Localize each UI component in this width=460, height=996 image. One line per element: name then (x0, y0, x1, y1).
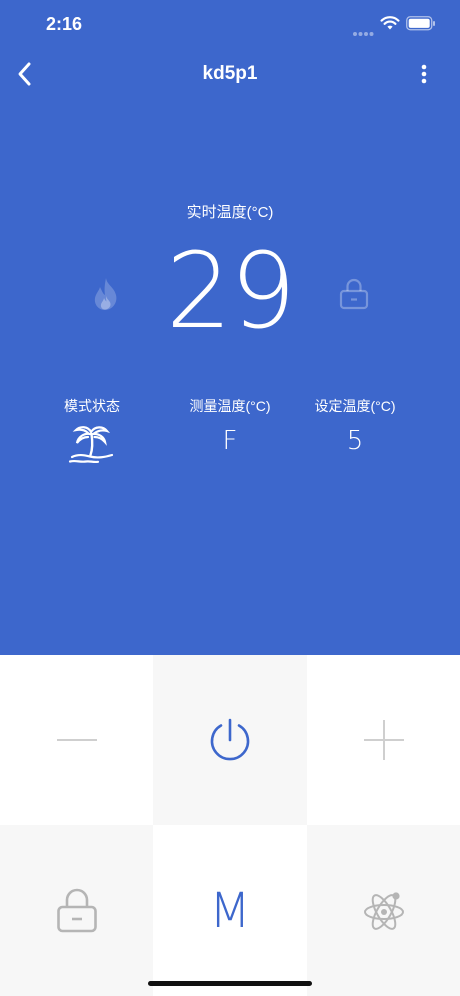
more-button[interactable] (410, 58, 438, 90)
mode-button-label: M (209, 882, 251, 939)
info-row: 模式状态 测量温度(°C) F 设定温度(°C) 5 (0, 396, 460, 466)
page-title: kd5p1 (202, 63, 258, 84)
measured-temp-label: 测量温度(°C) (189, 398, 271, 414)
header-panel: 2:16 kd5p1 实时温度(°C) 29 模式状态 测量温度(°C) F 设… (0, 0, 460, 655)
decrease-button[interactable] (0, 655, 153, 825)
measured-temp: 测量温度(°C) F (155, 396, 305, 456)
control-grid: M (0, 655, 460, 996)
child-lock-button[interactable] (0, 825, 153, 996)
increase-button[interactable] (307, 655, 460, 825)
power-icon (210, 718, 250, 761)
status-time: 2:16 (46, 14, 83, 34)
palm-tree-icon (68, 426, 114, 464)
measured-temp-value: F (222, 426, 238, 456)
atom-function-button[interactable] (307, 825, 460, 996)
lock-icon (339, 278, 369, 315)
set-temp-value: 5 (346, 426, 364, 456)
realtime-temp-label: 实时温度(°C) (186, 204, 274, 221)
set-temp-label: 设定温度(°C) (314, 398, 396, 414)
status-bar: 2:16 (0, 0, 460, 50)
mode-status-label: 模式状态 (64, 398, 120, 414)
set-temp: 设定温度(°C) 5 (290, 396, 420, 456)
mode-button[interactable]: M (153, 825, 307, 996)
nav-bar: kd5p1 (0, 50, 460, 98)
battery-icon (406, 16, 436, 36)
minus-icon (56, 739, 97, 741)
more-vertical-icon (421, 64, 427, 84)
flame-icon (90, 276, 122, 317)
wifi-icon (380, 15, 400, 36)
lock-icon (56, 888, 97, 932)
home-indicator[interactable] (148, 981, 312, 986)
mode-status: 模式状态 (44, 396, 140, 464)
signal-dots-icon (352, 24, 374, 42)
power-button[interactable] (153, 655, 307, 825)
atom-icon (363, 891, 404, 930)
realtime-temp-value: 29 (165, 230, 296, 352)
plus-icon (363, 720, 404, 760)
